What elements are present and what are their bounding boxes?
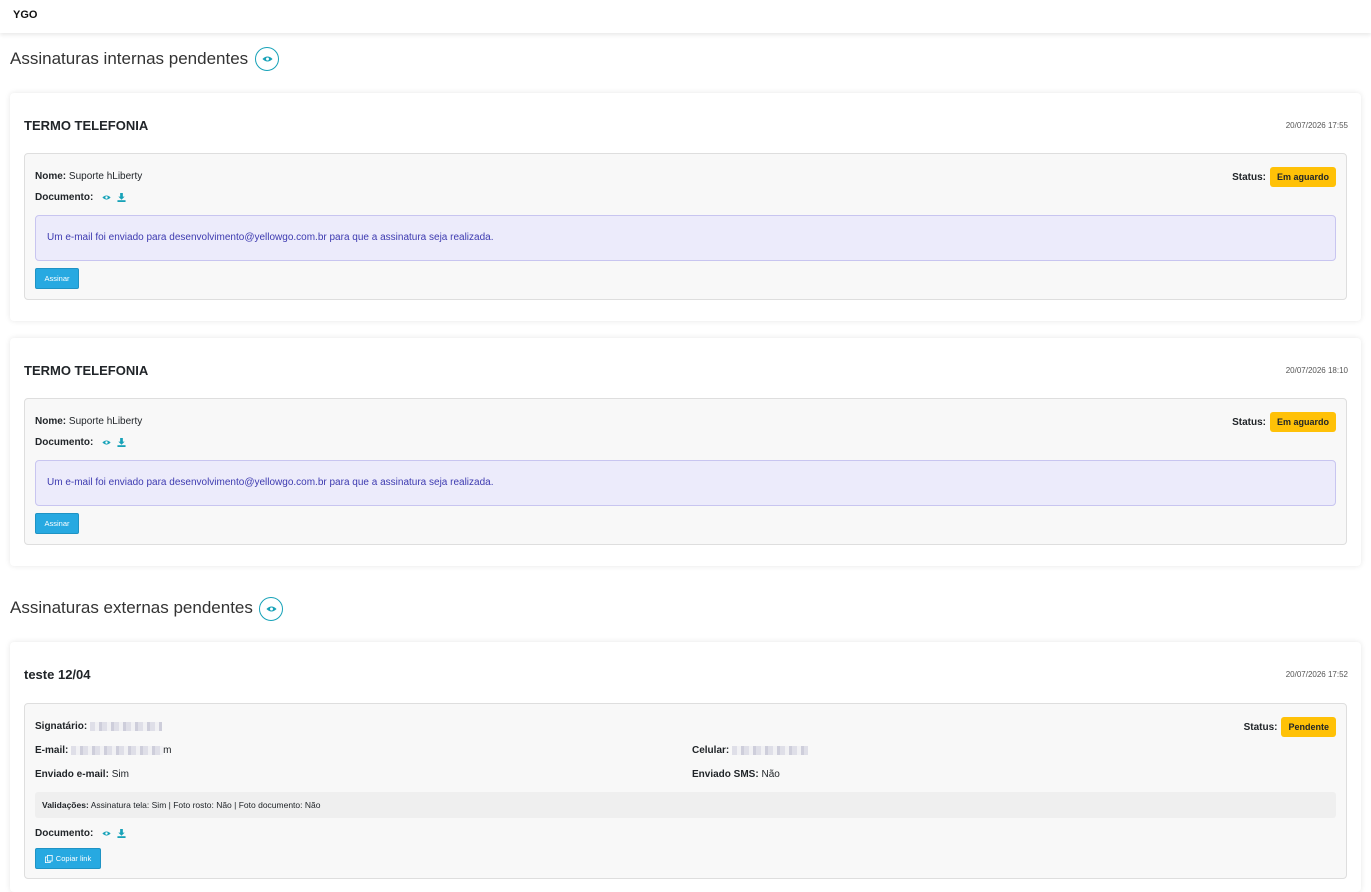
document-row: Documento: [35,192,126,203]
card-title: teste 12/04 [24,667,91,682]
internal-signature-card: TERMO TELEFONIA 20/07/2026 18:10 Nome: S… [10,338,1361,566]
sign-button[interactable]: Assinar [35,513,79,534]
sent-sms-row: Enviado SMS: Não [692,769,780,780]
document-label: Documento: [35,828,94,839]
email-suffix: m [163,745,172,756]
status-badge: Pendente [1281,717,1336,737]
card-title: TERMO TELEFONIA [24,118,149,133]
external-section-title: Assinaturas externas pendentes [10,598,253,617]
signer-row: Signatário: [35,721,163,732]
card-title: TERMO TELEFONIA [24,363,149,378]
phone-value-redacted [732,745,809,755]
signature-details: Nome: Suporte hLiberty Documento: Status… [24,153,1347,300]
document-label: Documento: [35,192,94,203]
download-icon[interactable] [117,192,126,202]
card-date: 20/07/2026 17:55 [1285,121,1348,130]
internal-section-title: Assinaturas internas pendentes [10,49,249,68]
signer-label: Signatário: [35,721,88,732]
status: Status: Em aguardo [1232,412,1336,432]
status-badge: Em aguardo [1269,412,1336,432]
phone-label: Celular: [692,745,730,756]
card-date: 20/07/2026 18:10 [1285,366,1348,375]
view-document-eye-icon[interactable] [102,439,111,446]
brand-logo[interactable]: YGO [13,9,37,21]
name-row: Nome: Suporte hLiberty [35,171,142,182]
eye-icon [261,56,273,62]
document-row: Documento: [35,437,126,448]
copy-link-button[interactable]: Copiar link [35,848,101,869]
name-label: Nome: [35,171,67,182]
eye-icon [265,606,277,612]
download-icon[interactable] [117,828,126,838]
signature-details: Signatário: Status: Pendente E-mail: m C… [24,703,1347,879]
internal-signature-card: TERMO TELEFONIA 20/07/2026 17:55 Nome: S… [10,93,1361,321]
status-badge: Em aguardo [1269,167,1336,187]
info-alert: Um e-mail foi enviado para desenvolvimen… [35,215,1336,261]
sent-sms-label: Enviado SMS: [692,769,759,780]
name-value: Suporte hLiberty [68,171,143,182]
status-label: Status: [1232,171,1266,183]
sign-button[interactable]: Assinar [35,268,79,289]
sent-email-value: Sim [111,769,129,780]
external-signature-card: teste 12/04 20/07/2026 17:52 Signatário:… [10,642,1361,892]
info-alert: Um e-mail foi enviado para desenvolvimen… [35,460,1336,506]
email-value-redacted [71,745,164,755]
sent-email-label: Enviado e-mail: [35,769,109,780]
signer-value-redacted [90,721,163,731]
document-label: Documento: [35,437,94,448]
toggle-external-visibility-button[interactable] [259,597,283,621]
card-date: 20/07/2026 17:52 [1285,670,1348,679]
view-document-eye-icon[interactable] [102,830,111,837]
status: Status: Pendente [1244,717,1336,737]
phone-row: Celular: [692,745,809,756]
view-document-eye-icon[interactable] [102,194,111,201]
name-value: Suporte hLiberty [68,416,143,427]
name-row: Nome: Suporte hLiberty [35,416,142,427]
name-label: Nome: [35,416,67,427]
status-label: Status: [1232,416,1266,428]
validations-box: Validações: Assinatura tela: Sim | Foto … [35,792,1336,818]
top-navbar: YGO [0,0,1371,33]
sent-sms-value: Não [761,769,780,780]
copy-link-label: Copiar link [55,854,92,863]
email-row: E-mail: m [35,745,171,756]
validations-label: Validações: [42,800,89,810]
download-icon[interactable] [117,437,126,447]
sent-email-row: Enviado e-mail: Sim [35,769,129,780]
status: Status: Em aguardo [1232,167,1336,187]
toggle-internal-visibility-button[interactable] [255,47,279,71]
signature-details: Nome: Suporte hLiberty Documento: Status… [24,398,1347,545]
copy-icon [44,854,53,863]
email-label: E-mail: [35,745,69,756]
validations-value: Assinatura tela: Sim | Foto rosto: Não |… [90,800,321,810]
document-row: Documento: [35,828,126,839]
status-label: Status: [1243,721,1278,733]
